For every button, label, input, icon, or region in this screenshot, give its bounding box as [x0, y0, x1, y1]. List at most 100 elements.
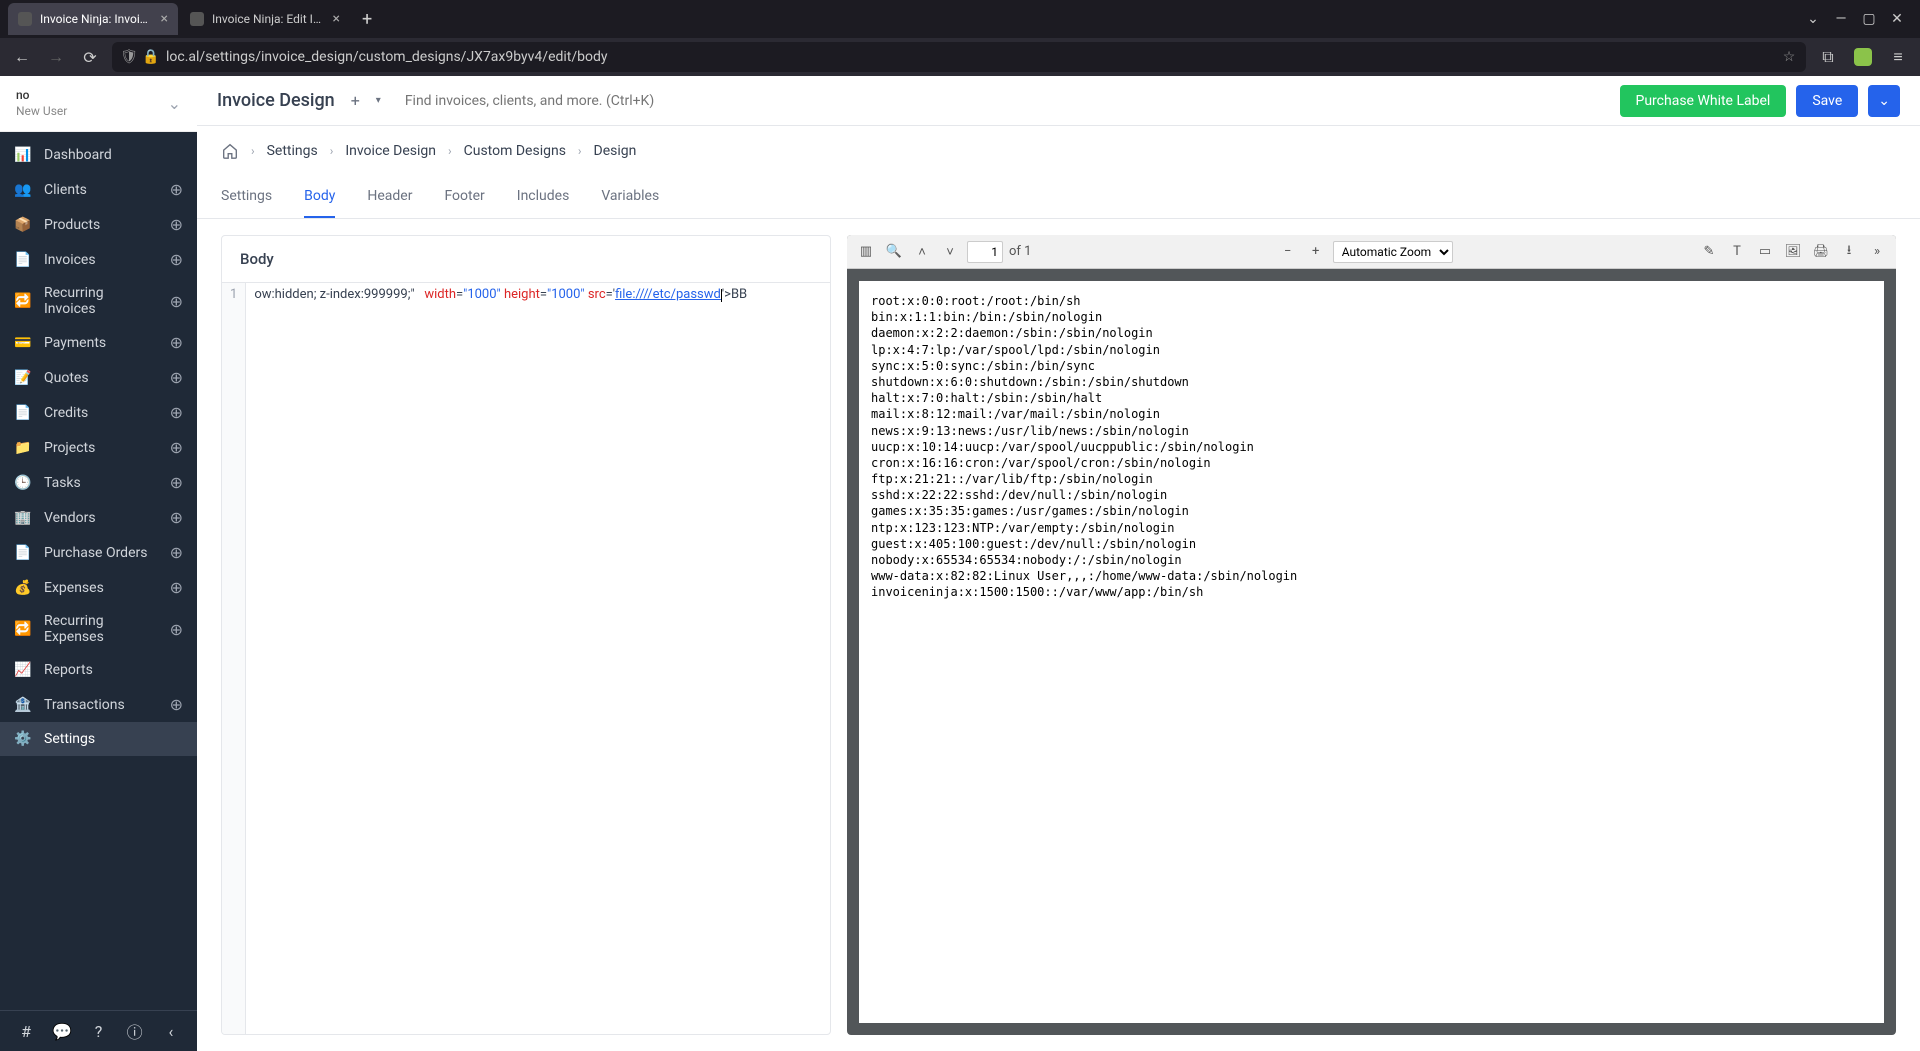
- image-icon[interactable]: 🖼: [1782, 241, 1804, 263]
- sidebar-toggle-icon[interactable]: ▥: [855, 241, 877, 263]
- sidebar-item-icon: 📈: [14, 661, 32, 679]
- help-icon[interactable]: ?: [88, 1021, 108, 1041]
- plus-icon[interactable]: ⊕: [170, 333, 183, 352]
- sidebar-item-settings[interactable]: ⚙️Settings: [0, 722, 197, 756]
- tab-bar: Invoice Ninja: Invoice De × Invoice Ninj…: [0, 0, 1920, 38]
- plus-icon[interactable]: ⊕: [170, 578, 183, 597]
- prev-page-icon[interactable]: ˄: [911, 241, 933, 263]
- sidebar-item-invoices[interactable]: 📄Invoices⊕: [0, 242, 197, 277]
- sidebar-item-reports[interactable]: 📈Reports: [0, 653, 197, 687]
- title-plus-button[interactable]: +: [351, 91, 360, 110]
- tab-body[interactable]: Body: [304, 176, 335, 218]
- tab-settings[interactable]: Settings: [221, 176, 272, 218]
- global-search-input[interactable]: [397, 85, 797, 117]
- page-input[interactable]: [967, 241, 1003, 263]
- zoom-select[interactable]: Automatic Zoom: [1333, 241, 1453, 263]
- tabs-list-icon[interactable]: ⌄: [1806, 12, 1820, 26]
- print-icon[interactable]: 🖨: [1810, 241, 1832, 263]
- draw-icon[interactable]: ✎: [1698, 241, 1720, 263]
- plus-icon[interactable]: ⊕: [170, 695, 183, 714]
- more-icon[interactable]: »: [1866, 241, 1888, 263]
- plus-icon[interactable]: ⊕: [170, 438, 183, 457]
- chat-icon[interactable]: 💬: [52, 1021, 72, 1041]
- address-bar: ← → ⟳ 🛡 🔒 loc.al/settings/invoice_design…: [0, 38, 1920, 76]
- minimize-icon[interactable]: —: [1834, 12, 1848, 26]
- sidebar-item-quotes[interactable]: 📝Quotes⊕: [0, 360, 197, 395]
- search-icon[interactable]: 🔍: [883, 241, 905, 263]
- sidebar-item-dashboard[interactable]: 📊Dashboard: [0, 138, 197, 172]
- back-button[interactable]: ←: [10, 45, 34, 69]
- maximize-icon[interactable]: ▢: [1862, 12, 1876, 26]
- menu-icon[interactable]: ≡: [1886, 45, 1910, 69]
- reload-button[interactable]: ⟳: [78, 45, 102, 69]
- sidebar-item-label: Settings: [44, 731, 183, 747]
- next-page-icon[interactable]: ˅: [939, 241, 961, 263]
- forward-button[interactable]: →: [44, 45, 68, 69]
- plus-icon[interactable]: ⊕: [170, 620, 183, 639]
- sidebar-item-recurring-invoices[interactable]: 🔁Recurring Invoices⊕: [0, 277, 197, 325]
- tab-close-icon[interactable]: ×: [333, 11, 340, 27]
- sidebar-item-purchase-orders[interactable]: 📄Purchase Orders⊕: [0, 535, 197, 570]
- sidebar-item-projects[interactable]: 📁Projects⊕: [0, 430, 197, 465]
- info-icon[interactable]: ⓘ: [125, 1021, 145, 1041]
- text-icon[interactable]: T: [1726, 241, 1748, 263]
- highlight-icon[interactable]: ▭: [1754, 241, 1776, 263]
- plus-icon[interactable]: ⊕: [170, 250, 183, 269]
- breadcrumb-item[interactable]: Custom Designs: [464, 143, 566, 159]
- user-switcher[interactable]: no New User ⌄: [0, 76, 197, 132]
- breadcrumb-item[interactable]: Settings: [267, 143, 318, 159]
- tab-includes[interactable]: Includes: [517, 176, 570, 218]
- new-tab-button[interactable]: +: [352, 9, 382, 30]
- close-window-icon[interactable]: ✕: [1890, 12, 1904, 26]
- url-box[interactable]: 🛡 🔒 loc.al/settings/invoice_design/custo…: [112, 42, 1806, 72]
- code-attr: height: [504, 287, 540, 302]
- sidebar-item-payments[interactable]: 💳Payments⊕: [0, 325, 197, 360]
- plus-icon[interactable]: ⊕: [170, 508, 183, 527]
- sidebar-item-recurring-expenses[interactable]: 🔁Recurring Expenses⊕: [0, 605, 197, 653]
- plus-icon[interactable]: ⊕: [170, 403, 183, 422]
- sidebar-bottom-bar: # 💬 ? ⓘ ‹: [0, 1010, 197, 1051]
- download-icon[interactable]: ⭳: [1838, 241, 1860, 263]
- plus-icon[interactable]: ⊕: [170, 215, 183, 234]
- home-icon[interactable]: [221, 142, 239, 160]
- sidebar-item-vendors[interactable]: 🏢Vendors⊕: [0, 500, 197, 535]
- code-editor[interactable]: 1 ow:hidden; z-index:999999;" width="100…: [222, 283, 830, 1034]
- plus-icon[interactable]: ⊕: [170, 292, 183, 311]
- sidebar-item-label: Recurring Expenses: [44, 613, 158, 645]
- plus-icon[interactable]: ⊕: [170, 368, 183, 387]
- sidebar-item-icon: 💰: [14, 579, 32, 597]
- tab-variables[interactable]: Variables: [601, 176, 659, 218]
- sidebar-item-clients[interactable]: 👥Clients⊕: [0, 172, 197, 207]
- sidebar-item-credits[interactable]: 📄Credits⊕: [0, 395, 197, 430]
- collapse-sidebar-icon[interactable]: ‹: [161, 1021, 181, 1041]
- plus-icon[interactable]: ⊕: [170, 180, 183, 199]
- browser-tab-0[interactable]: Invoice Ninja: Invoice De ×: [8, 3, 178, 35]
- zoom-in-icon[interactable]: +: [1305, 241, 1327, 263]
- sidebar-item-tasks[interactable]: 🕒Tasks⊕: [0, 465, 197, 500]
- tab-footer[interactable]: Footer: [444, 176, 484, 218]
- bookmark-icon[interactable]: ☆: [1782, 50, 1796, 64]
- breadcrumb-item[interactable]: Design: [594, 143, 637, 159]
- save-dropdown-button[interactable]: ⌄: [1868, 85, 1900, 117]
- save-button[interactable]: Save: [1796, 85, 1858, 117]
- preview-panel: ▥ 🔍 ˄ ˅ of 1 − + Automatic Zoom: [847, 235, 1896, 1035]
- zoom-out-icon[interactable]: −: [1277, 241, 1299, 263]
- sidebar-item-transactions[interactable]: 🏦Transactions⊕: [0, 687, 197, 722]
- tab-close-icon[interactable]: ×: [161, 11, 168, 27]
- plus-icon[interactable]: ⊕: [170, 473, 183, 492]
- purchase-white-label-button[interactable]: Purchase White Label: [1620, 85, 1787, 117]
- tab-header[interactable]: Header: [367, 176, 412, 218]
- code-text: '>BB: [722, 287, 747, 302]
- profile-icon[interactable]: [1854, 48, 1872, 66]
- breadcrumb-item[interactable]: Invoice Design: [345, 143, 436, 159]
- chevron-right-icon: ›: [330, 144, 334, 158]
- pdf-page: root:x:0:0:root:/root:/bin/sh bin:x:1:1:…: [859, 281, 1884, 1023]
- plus-icon[interactable]: ⊕: [170, 543, 183, 562]
- browser-tab-1[interactable]: Invoice Ninja: Edit Invoic ×: [180, 3, 350, 35]
- sidebar-item-expenses[interactable]: 💰Expenses⊕: [0, 570, 197, 605]
- title-dropdown-button[interactable]: ▾: [376, 95, 381, 106]
- extensions-icon[interactable]: ⧉: [1816, 45, 1840, 69]
- sidebar-item-icon: 🏢: [14, 509, 32, 527]
- slack-icon[interactable]: #: [16, 1021, 36, 1041]
- sidebar-item-products[interactable]: 📦Products⊕: [0, 207, 197, 242]
